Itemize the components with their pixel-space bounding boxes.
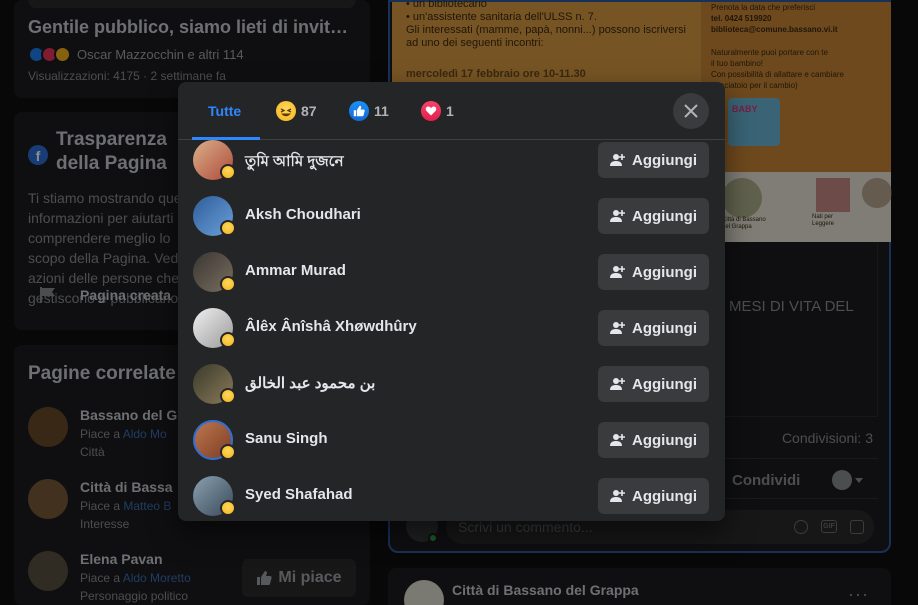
add-friend-button[interactable]: Aggiungi [598,422,709,458]
like-icon [349,101,369,121]
add-friend-button[interactable]: Aggiungi [598,366,709,402]
add-friend-icon [610,490,625,502]
person-name[interactable]: Ammar Murad [245,262,346,279]
tab-all[interactable]: Tutte [208,82,241,140]
list-item: Syed Shafahad Aggiungi [178,468,725,521]
love-icon [421,101,441,121]
close-icon [684,104,698,118]
list-item: Sanu Singh Aggiungi [178,412,725,468]
haha-icon [276,101,296,121]
haha-icon [220,332,236,348]
list-item: Âlêx Ânîshâ Xhøwdhûry Aggiungi [178,300,725,356]
add-friend-button[interactable]: Aggiungi [598,478,709,514]
add-friend-button[interactable]: Aggiungi [598,142,709,178]
tab-count: 1 [446,103,454,119]
add-friend-icon [610,154,625,166]
haha-icon [220,500,236,516]
reactors-list[interactable]: তুমি আমি দুজনে Aggiungi Aksh Choudhari A… [178,140,725,521]
add-friend-button[interactable]: Aggiungi [598,310,709,346]
list-item: তুমি আমি দুজনে Aggiungi [178,140,725,188]
list-item: Ammar Murad Aggiungi [178,244,725,300]
tab-count: 87 [301,103,317,119]
tab-count: 11 [374,103,389,119]
add-friend-icon [610,322,625,334]
add-friend-label: Aggiungi [632,207,697,225]
reactions-dialog: Tutte 87 11 1 তুমি আমি দুজনে Aggiungi Ak… [178,82,725,521]
close-button[interactable] [673,93,709,129]
haha-icon [220,388,236,404]
list-item: بن محمود عبد الخالق Aggiungi [178,356,725,412]
tab-haha[interactable]: 87 [276,82,317,140]
person-name[interactable]: Sanu Singh [245,430,328,447]
add-friend-label: Aggiungi [632,151,697,169]
haha-icon [220,220,236,236]
add-friend-icon [610,434,625,446]
add-friend-button[interactable]: Aggiungi [598,254,709,290]
add-friend-label: Aggiungi [632,487,697,505]
add-friend-label: Aggiungi [632,375,697,393]
person-name[interactable]: Aksh Choudhari [245,206,361,223]
tab-label: Tutte [208,103,242,119]
person-name[interactable]: Syed Shafahad [245,486,353,503]
tab-love[interactable]: 1 [421,82,454,140]
person-name[interactable]: بن محمود عبد الخالق [245,374,375,392]
add-friend-label: Aggiungi [632,431,697,449]
tab-like[interactable]: 11 [349,82,389,140]
add-friend-label: Aggiungi [632,263,697,281]
haha-icon [220,276,236,292]
haha-icon [220,444,236,460]
reaction-tabs: Tutte 87 11 1 [178,82,725,140]
haha-icon [220,164,236,180]
add-friend-icon [610,378,625,390]
add-friend-icon [610,210,625,222]
person-name[interactable]: Âlêx Ânîshâ Xhøwdhûry [245,318,417,335]
person-name[interactable]: তুমি আমি দুজনে [245,150,344,175]
add-friend-button[interactable]: Aggiungi [598,198,709,234]
add-friend-label: Aggiungi [632,319,697,337]
add-friend-icon [610,266,625,278]
list-item: Aksh Choudhari Aggiungi [178,188,725,244]
